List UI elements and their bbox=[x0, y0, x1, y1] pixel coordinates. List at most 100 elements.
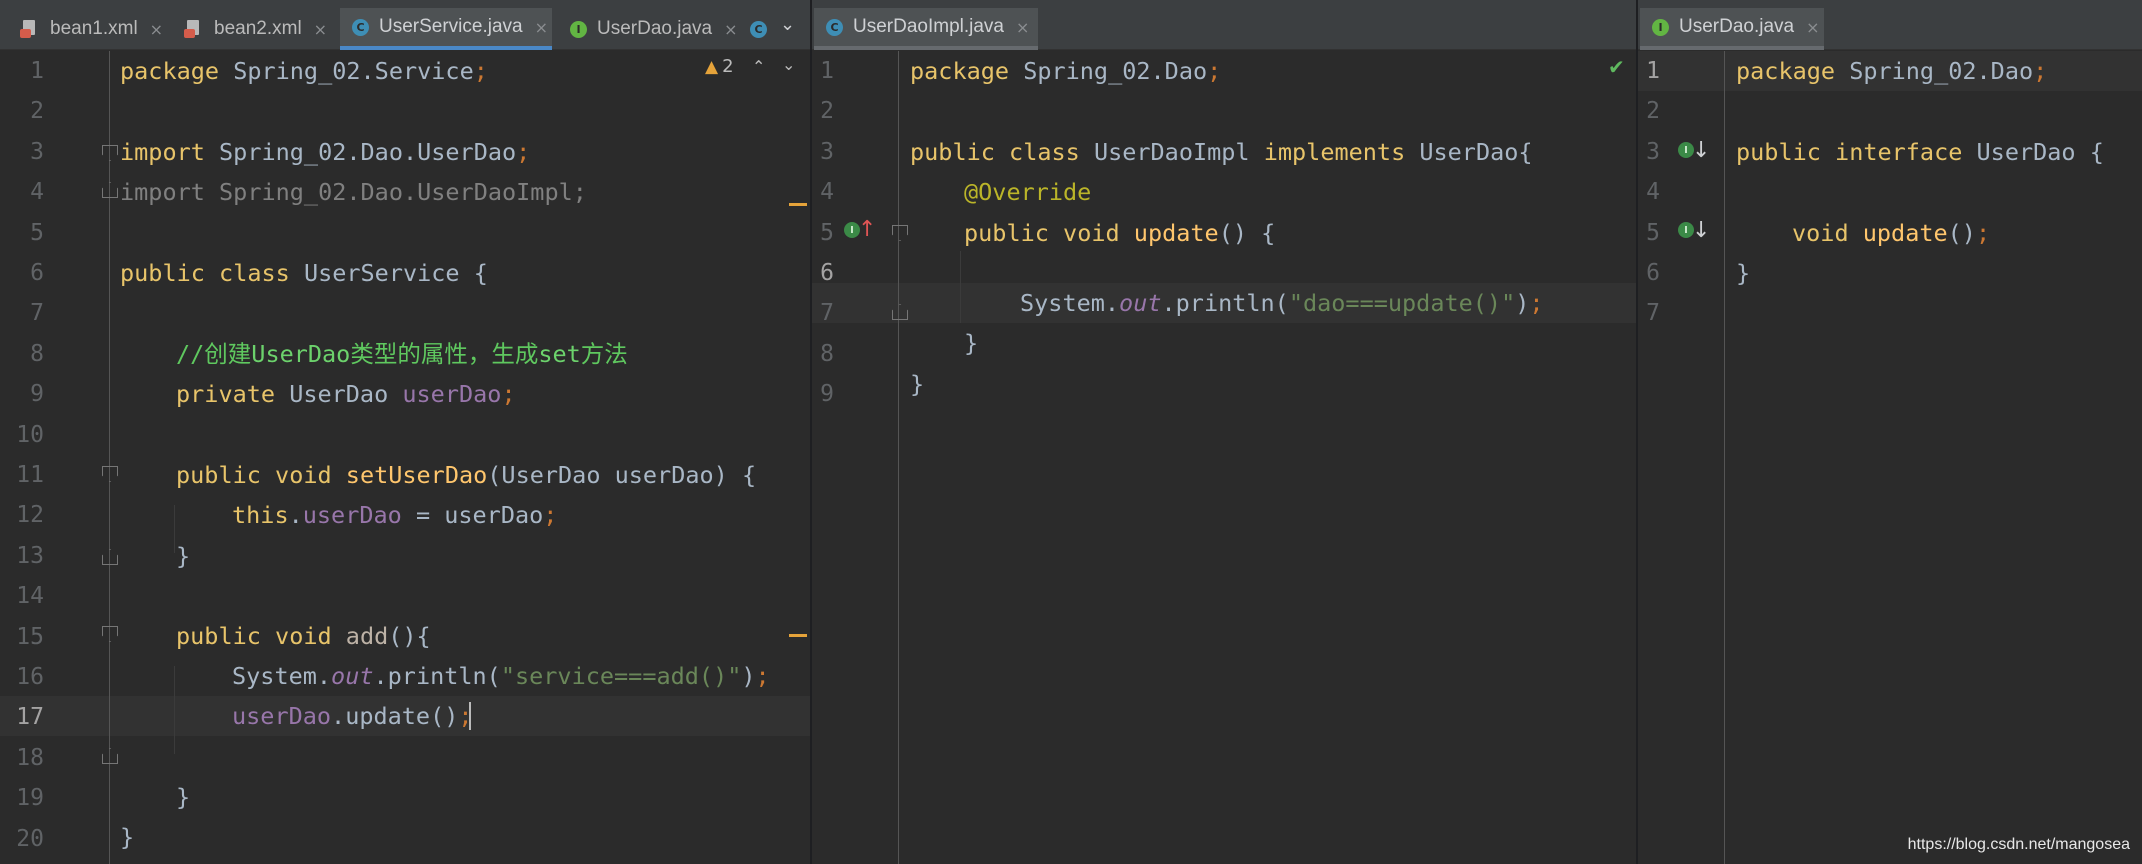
chevron-down-icon[interactable]: ⌄ bbox=[780, 14, 795, 35]
fold-toggle-icon[interactable] bbox=[102, 748, 118, 764]
line-number[interactable]: 19 bbox=[0, 778, 44, 818]
tab-userservice-java[interactable]: C UserService.java × bbox=[340, 8, 552, 50]
fold-toggle-icon[interactable] bbox=[102, 549, 118, 565]
code-line-5: void update(); bbox=[1792, 219, 1991, 247]
line-number[interactable]: 3 bbox=[1638, 132, 1660, 172]
code-line-12: this.userDao = userDao; bbox=[232, 501, 558, 529]
code-line-16: System.out.println("service===add()"); bbox=[232, 662, 770, 690]
arrow-up-icon[interactable]: ↑ bbox=[858, 219, 876, 241]
close-icon[interactable]: × bbox=[1016, 18, 1029, 37]
close-icon[interactable]: × bbox=[724, 20, 737, 39]
warning-stripe-marker[interactable] bbox=[789, 203, 807, 206]
code-line-3: public interface UserDao { bbox=[1736, 138, 2104, 166]
line-number[interactable]: 6 bbox=[0, 253, 44, 293]
warning-stripe-marker[interactable] bbox=[789, 634, 807, 637]
line-number[interactable]: 7 bbox=[0, 293, 44, 333]
tab-label: UserDao.java bbox=[597, 18, 713, 39]
line-number[interactable]: 11 bbox=[0, 455, 44, 495]
code-line-19: } bbox=[120, 823, 135, 851]
interface-icon: I bbox=[570, 20, 587, 38]
line-number[interactable]: 5 bbox=[0, 213, 44, 253]
line-number[interactable]: 17 bbox=[0, 697, 44, 737]
line-number[interactable]: 7 bbox=[812, 293, 834, 333]
text-caret bbox=[469, 702, 471, 730]
class-icon: C bbox=[750, 20, 767, 38]
code-line-1: package Spring_02.Service; bbox=[120, 57, 488, 85]
warning-count: 2 bbox=[722, 56, 734, 77]
interface-icon: I bbox=[1652, 18, 1669, 36]
code-line-4: import Spring_02.Dao.UserDaoImpl; bbox=[120, 178, 587, 206]
tab-overflow-class[interactable]: C bbox=[738, 8, 778, 50]
line-number[interactable]: 12 bbox=[0, 495, 44, 535]
line-number[interactable]: 9 bbox=[812, 374, 834, 414]
fold-toggle-icon[interactable] bbox=[102, 145, 118, 161]
line-number[interactable]: 20 bbox=[0, 819, 44, 859]
code-line-5: public void update() { bbox=[964, 219, 1276, 247]
tab-bar: bean1.xml × bean2.xml × C UserService.ja… bbox=[0, 0, 812, 50]
line-number[interactable]: 4 bbox=[1638, 172, 1660, 212]
code-editor[interactable]: 123456789 I ↑ ✔ package Spring_02.Dao; p… bbox=[812, 51, 1638, 864]
arrow-down-icon[interactable]: ↓ bbox=[1692, 220, 1710, 242]
code-editor[interactable]: 1 2 3 4 5 6 7 8 9 10 11 12 13 14 15 16 17 18 19 20 ▲ 2 ⌃ ⌄ … bbox=[0, 51, 812, 864]
fold-toggle-icon[interactable] bbox=[102, 626, 118, 642]
line-number[interactable]: 4 bbox=[812, 172, 834, 212]
code-line-3: public class UserDaoImpl implements User… bbox=[910, 138, 1533, 166]
tab-label: bean1.xml bbox=[50, 18, 138, 39]
line-number[interactable]: 1 bbox=[1638, 51, 1660, 91]
line-number[interactable]: 8 bbox=[0, 334, 44, 374]
fold-toggle-icon[interactable] bbox=[892, 225, 908, 241]
code-line-7: } bbox=[964, 329, 979, 357]
line-number[interactable]: 3 bbox=[0, 132, 44, 172]
tab-label: UserService.java bbox=[379, 16, 523, 37]
arrow-down-icon[interactable]: ↓ bbox=[1692, 140, 1710, 162]
line-number[interactable]: 2 bbox=[1638, 91, 1660, 131]
code-line-8: } bbox=[910, 370, 925, 398]
tab-label: UserDao.java bbox=[1679, 16, 1795, 37]
code-line-8: //创建UserDao类型的属性，生成set方法 bbox=[176, 340, 628, 368]
tab-bar: C UserDaoImpl.java × bbox=[812, 0, 1638, 50]
line-number[interactable]: 8 bbox=[812, 334, 834, 374]
inspection-warnings[interactable]: ▲ 2 bbox=[705, 56, 734, 77]
line-number[interactable]: 2 bbox=[812, 91, 834, 131]
tab-bean1-xml[interactable]: bean1.xml × bbox=[8, 8, 164, 50]
line-number[interactable]: 2 bbox=[0, 91, 44, 131]
line-number[interactable]: 10 bbox=[0, 415, 44, 455]
gutter-separator bbox=[109, 51, 110, 864]
close-icon[interactable]: × bbox=[535, 18, 548, 37]
tab-userdao-java[interactable]: I UserDao.java × bbox=[558, 8, 738, 50]
line-number[interactable]: 6 bbox=[1638, 253, 1660, 293]
line-number[interactable]: 4 bbox=[0, 172, 44, 212]
chevron-up-icon[interactable]: ⌃ bbox=[752, 57, 765, 76]
line-number[interactable]: 14 bbox=[0, 576, 44, 616]
line-number[interactable]: 15 bbox=[0, 617, 44, 657]
code-line-1: package Spring_02.Dao; bbox=[1736, 57, 2048, 85]
indent-guide bbox=[174, 505, 175, 553]
editor-pane-userdao: I UserDao.java × 1234567 I ↓ I ↓ package… bbox=[1638, 0, 2142, 864]
fold-toggle-icon[interactable] bbox=[102, 182, 118, 198]
fold-toggle-icon[interactable] bbox=[102, 466, 118, 482]
line-number[interactable]: 1 bbox=[0, 51, 44, 91]
line-number[interactable]: 5 bbox=[812, 213, 834, 253]
tab-bean2-xml[interactable]: bean2.xml × bbox=[172, 8, 334, 50]
line-number[interactable]: 16 bbox=[0, 657, 44, 697]
line-number[interactable]: 18 bbox=[0, 738, 44, 778]
line-number[interactable]: 6 bbox=[812, 253, 834, 293]
line-number[interactable]: 13 bbox=[0, 536, 44, 576]
close-icon[interactable]: × bbox=[150, 20, 163, 39]
close-icon[interactable]: × bbox=[1806, 18, 1819, 37]
close-icon[interactable]: × bbox=[314, 20, 327, 39]
tab-bar: I UserDao.java × bbox=[1638, 0, 2142, 50]
code-line-17: userDao.update(); bbox=[232, 702, 473, 730]
code-line-6: public class UserService { bbox=[120, 259, 488, 287]
line-number[interactable]: 1 bbox=[812, 51, 834, 91]
code-line-9: private UserDao userDao; bbox=[176, 380, 516, 408]
code-editor[interactable]: 1234567 I ↓ I ↓ package Spring_02.Dao; p… bbox=[1638, 51, 2142, 864]
line-number[interactable]: 9 bbox=[0, 374, 44, 414]
gutter-separator bbox=[1724, 51, 1725, 864]
line-number[interactable]: 3 bbox=[812, 132, 834, 172]
line-number[interactable]: 7 bbox=[1638, 293, 1660, 333]
chevron-down-icon[interactable]: ⌄ bbox=[782, 55, 795, 74]
tab-userdaoimpl-java[interactable]: C UserDaoImpl.java × bbox=[814, 8, 1038, 50]
tab-userdao-java[interactable]: I UserDao.java × bbox=[1640, 8, 1824, 50]
line-number[interactable]: 5 bbox=[1638, 213, 1660, 253]
